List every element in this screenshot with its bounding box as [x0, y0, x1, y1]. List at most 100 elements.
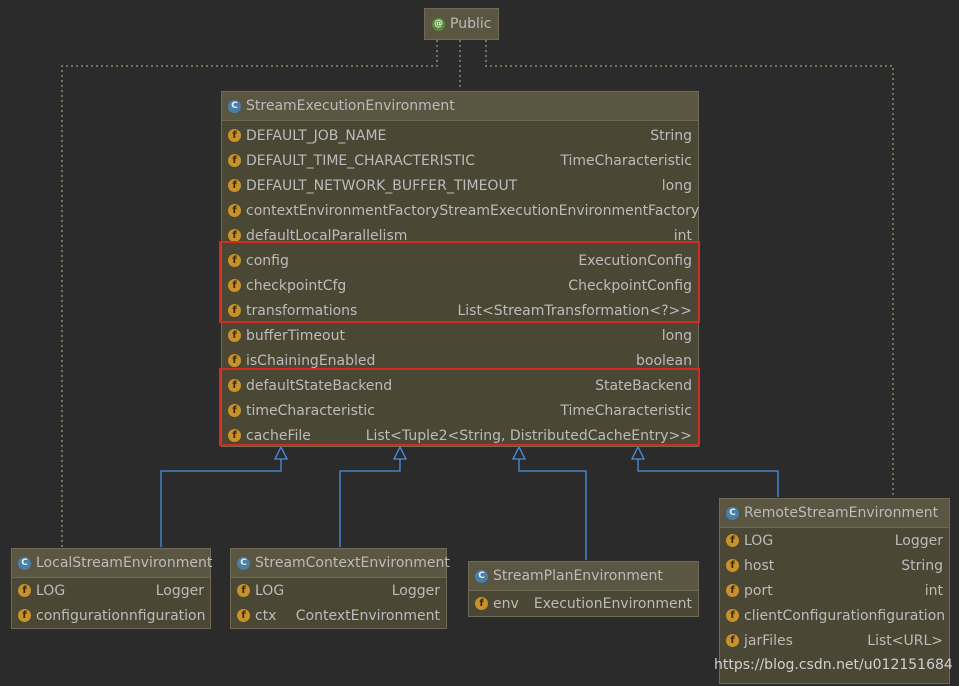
field-list: f LOG Logger f ctx ContextEnvironment [231, 578, 446, 628]
field-type: TimeCharacteristic [560, 152, 692, 169]
field-type: nfiguration [128, 607, 206, 624]
field-icon: f [228, 354, 241, 367]
field-row[interactable]: f contextEnvironmentFactory StreamExecutio… [222, 198, 700, 223]
field-type: Logger [155, 582, 204, 599]
class-local-stream-environment[interactable]: C LocalStreamEnvironment f LOG Logger f conf… [11, 548, 213, 629]
field-row[interactable]: f DEFAULT_NETWORK_BUFFER_TIMEOUT long [222, 173, 698, 198]
field-name-wrap: f DEFAULT_TIME_CHARACTERISTIC [228, 153, 475, 169]
field-name-wrap: f env [475, 596, 519, 612]
class-header: C StreamPlanEnvironment [469, 562, 698, 591]
field-name-wrap: f isChainingEnabled [228, 353, 375, 369]
field-row[interactable]: f env ExecutionEnvironment [469, 591, 698, 616]
field-name: LOG [255, 582, 285, 599]
field-type: long [661, 327, 692, 344]
field-row[interactable]: f configuration nfiguration [12, 603, 210, 628]
class-header: C LocalStreamEnvironment [12, 549, 213, 578]
field-row[interactable]: f bufferTimeout long [222, 323, 698, 348]
class-stream-context-environment[interactable]: C StreamContextEnvironment f LOG Logger f ct… [230, 548, 450, 629]
field-name: host [744, 557, 775, 574]
field-icon: f [228, 179, 241, 192]
field-name-wrap: f ctx [237, 608, 276, 624]
field-icon: f [18, 584, 31, 597]
class-icon: C [237, 556, 250, 570]
field-row[interactable]: f LOG Logger [12, 578, 210, 603]
class-icon: C [726, 506, 739, 520]
field-icon: f [475, 597, 488, 610]
field-list: f env ExecutionEnvironment [469, 591, 698, 616]
arrowhead-plan [511, 445, 527, 460]
field-row[interactable]: f LOG Logger [720, 528, 949, 553]
field-icon: f [237, 609, 250, 622]
field-type: StreamExecutionEnvironmentFactory [439, 202, 700, 219]
field-name: DEFAULT_TIME_CHARACTERISTIC [246, 152, 475, 169]
field-name-wrap: f LOG [18, 583, 65, 599]
class-title: RemoteStreamEnvironment [744, 505, 939, 521]
field-icon: f [228, 204, 241, 217]
inheritance-lines [160, 458, 779, 560]
field-type: Logger [391, 582, 440, 599]
field-row[interactable]: f DEFAULT_JOB_NAME String [222, 123, 698, 148]
class-stream-plan-environment[interactable]: C StreamPlanEnvironment f env ExecutionEnv… [468, 561, 699, 617]
field-type: long [661, 177, 692, 194]
field-row[interactable]: f port int [720, 578, 949, 603]
field-icon: f [726, 609, 739, 622]
class-title: StreamPlanEnvironment [493, 568, 663, 584]
field-type: List<URL> [867, 632, 943, 649]
field-icon: f [726, 559, 739, 572]
highlight-box-config [219, 241, 700, 323]
class-header: C StreamExecutionEnvironment [222, 92, 698, 121]
field-name-wrap: f host [726, 558, 774, 574]
field-list: f LOG Logger f configuration nfiguration [12, 578, 210, 628]
inherit-line-local [160, 458, 282, 547]
field-name: DEFAULT_NETWORK_BUFFER_TIMEOUT [246, 177, 518, 194]
class-title: StreamContextEnvironment [255, 555, 450, 571]
arrowhead-remote [630, 445, 646, 460]
public-label: Public [450, 16, 492, 32]
field-icon: f [726, 634, 739, 647]
field-row[interactable]: f clientConfiguration figuration [720, 603, 949, 628]
field-name-wrap: f DEFAULT_JOB_NAME [228, 128, 386, 144]
field-type: ContextEnvironment [295, 607, 440, 624]
class-icon: C [475, 569, 488, 583]
field-list: f LOG Logger f host String f port int f clientConf… [720, 528, 949, 653]
field-name: LOG [36, 582, 66, 599]
class-title: LocalStreamEnvironment [36, 555, 213, 571]
field-row[interactable]: f host String [720, 553, 949, 578]
field-name: bufferTimeout [246, 327, 345, 344]
field-name-wrap: f LOG [237, 583, 284, 599]
class-header: C StreamContextEnvironment [231, 549, 450, 578]
field-name-wrap: f configuration [18, 608, 129, 624]
field-icon: f [228, 154, 241, 167]
field-icon: f [18, 609, 31, 622]
inherit-line-plan [518, 458, 587, 560]
field-type: boolean [636, 352, 692, 369]
arrowhead-local [273, 445, 289, 460]
inherit-line-context [339, 458, 401, 547]
field-icon: f [726, 534, 739, 547]
class-header: C RemoteStreamEnvironment [720, 499, 949, 528]
field-name-wrap: f bufferTimeout [228, 328, 345, 344]
field-name: jarFiles [744, 632, 793, 649]
field-row[interactable]: f jarFiles List<URL> [720, 628, 949, 653]
field-name: port [744, 582, 773, 599]
watermark-text: https://blog.csdn.net/u012151684 [714, 657, 953, 673]
field-row[interactable]: f DEFAULT_TIME_CHARACTERISTIC TimeCharacte… [222, 148, 698, 173]
field-name-wrap: f port [726, 583, 773, 599]
field-name-wrap: f contextEnvironmentFactory [228, 203, 439, 219]
field-name: ctx [255, 607, 277, 624]
field-name: env [493, 595, 519, 612]
field-name: configuration [36, 607, 129, 624]
field-type: int [924, 582, 943, 599]
field-type: String [901, 557, 943, 574]
highlight-box-state [219, 368, 700, 446]
field-icon: f [228, 129, 241, 142]
field-name: LOG [744, 532, 774, 549]
field-row[interactable]: f ctx ContextEnvironment [231, 603, 446, 628]
class-title: StreamExecutionEnvironment [246, 98, 455, 114]
class-icon: C [228, 99, 241, 113]
public-annotation-box[interactable]: @ Public [424, 8, 499, 40]
field-icon: f [726, 584, 739, 597]
arrowhead-context [392, 445, 408, 460]
field-row[interactable]: f LOG Logger [231, 578, 446, 603]
field-name: contextEnvironmentFactory [246, 202, 440, 219]
